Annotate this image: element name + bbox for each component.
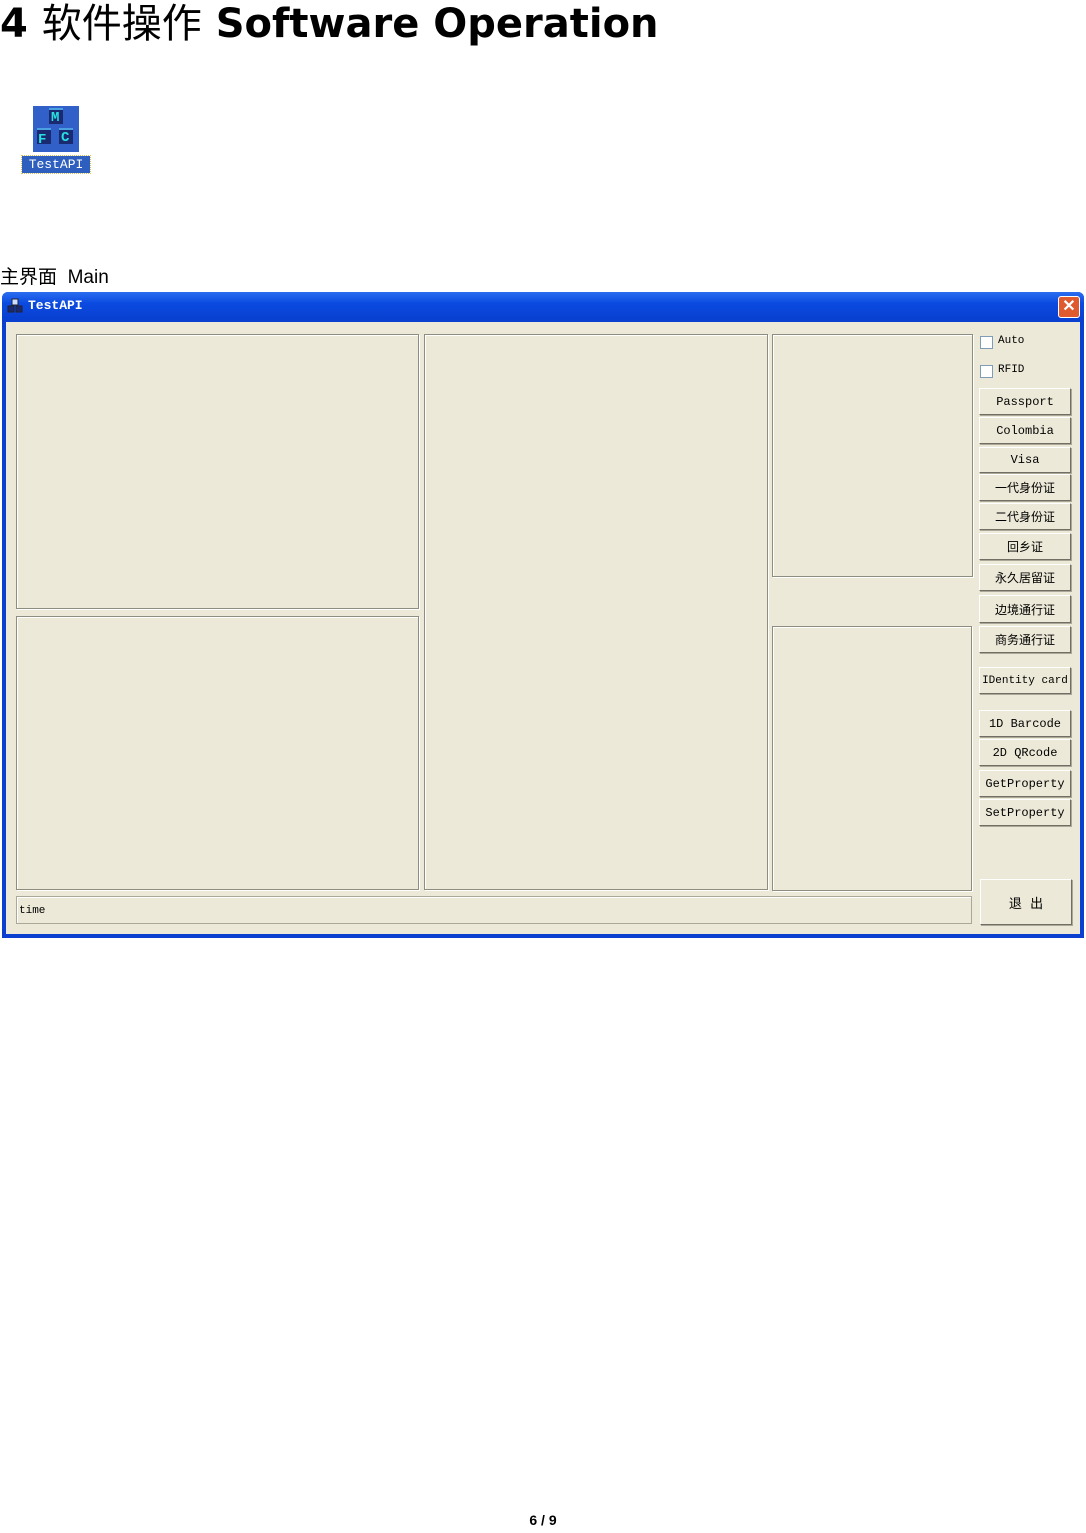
caption-cn: 主界面: [0, 266, 58, 288]
colombia-button[interactable]: Colombia: [979, 417, 1071, 444]
desktop-shortcut-label: TestAPI: [21, 155, 91, 174]
business-pass-button[interactable]: 商务通行证: [979, 626, 1071, 653]
rfid-checkbox-label: RFID: [998, 364, 1025, 376]
visa-button[interactable]: Visa: [979, 447, 1071, 473]
rfid-checkbox[interactable]: [980, 365, 993, 378]
app-icon: [7, 298, 23, 313]
figure-caption: 主界面 Main: [0, 262, 109, 289]
caption-en: Main: [67, 267, 109, 288]
page-indicator: 6 / 9: [529, 1512, 557, 1528]
set-property-button[interactable]: SetProperty: [979, 799, 1071, 826]
exit-button[interactable]: 退 出: [980, 879, 1072, 925]
title-bar[interactable]: TestAPI ✕: [2, 292, 1084, 320]
border-pass-button[interactable]: 边境通行证: [979, 595, 1071, 623]
passport-button[interactable]: Passport: [979, 388, 1071, 415]
2d-qrcode-button[interactable]: 2D QRcode: [979, 739, 1071, 766]
heading-cn: 软件操作: [41, 1, 202, 47]
close-button[interactable]: ✕: [1058, 296, 1080, 318]
identity-card-button[interactable]: IDentity card: [979, 667, 1071, 694]
testapi-window: TestAPI ✕ Auto RFID Passport Colombia Vi…: [2, 292, 1084, 938]
permanent-residence-button[interactable]: 永久居留证: [979, 564, 1071, 591]
auto-checkbox[interactable]: [980, 336, 993, 349]
get-property-button[interactable]: GetProperty: [979, 770, 1071, 797]
status-text: time: [19, 905, 46, 917]
image-panel-top-left: [16, 334, 419, 609]
status-bar: time: [16, 896, 972, 924]
window-client-area: Auto RFID Passport Colombia Visa 一代身份证 二…: [6, 322, 1080, 934]
photo-panel-top-right: [772, 334, 973, 577]
window-title: TestAPI: [28, 298, 83, 313]
result-panel-center: [424, 334, 768, 890]
desktop-shortcut[interactable]: M F C TestAPI: [21, 106, 91, 174]
id-card-gen1-button[interactable]: 一代身份证: [979, 474, 1071, 501]
mfc-app-icon: M F C: [33, 106, 79, 152]
section-heading: 4 软件操作 Software Operation: [0, 0, 659, 48]
home-return-permit-button[interactable]: 回乡证: [979, 533, 1071, 560]
1d-barcode-button[interactable]: 1D Barcode: [979, 710, 1071, 737]
auto-checkbox-label: Auto: [998, 335, 1025, 347]
id-card-gen2-button[interactable]: 二代身份证: [979, 503, 1071, 530]
heading-number: 4: [0, 1, 28, 47]
close-icon: ✕: [1062, 298, 1076, 315]
photo-panel-bottom-right: [772, 626, 972, 891]
heading-en: Software Operation: [215, 1, 659, 47]
image-panel-bottom-left: [16, 616, 419, 890]
